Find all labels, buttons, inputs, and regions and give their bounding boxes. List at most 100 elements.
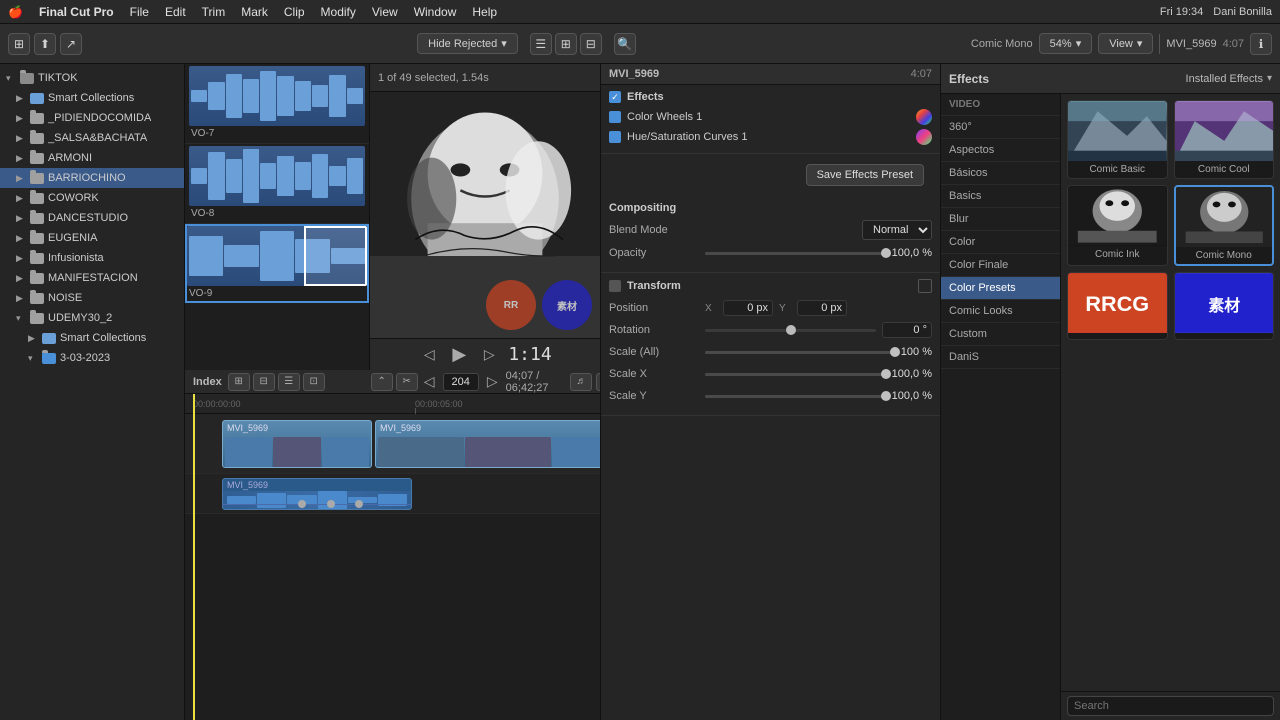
effect-card-comic-mono[interactable]: Comic Mono [1174,185,1275,266]
index-btn-4[interactable]: ⊡ [303,373,325,391]
index-btn-2[interactable]: ⊟ [253,373,275,391]
index-btn-3[interactable]: ☰ [278,373,300,391]
rotation-slider[interactable] [705,329,876,332]
transport-prev-frame[interactable]: ◁ [418,344,440,366]
svg-text:RRCG: RRCG [1085,291,1149,316]
sidebar-item-noise[interactable]: ▶ NOISE [0,288,184,308]
app-menu-file[interactable]: File [130,5,149,19]
app-menu-trim[interactable]: Trim [202,5,226,19]
scale-x-slider[interactable] [705,373,886,376]
split-view-btn[interactable]: ⊟ [580,33,602,55]
hide-rejected-btn[interactable]: Hide Rejected ▾ [417,33,518,54]
sidebar-item-smart-collections-1[interactable]: ▶ Smart Collections [0,88,184,108]
track-clip-1[interactable]: MVI_5969 [222,420,372,468]
effect-cat-video[interactable]: VIDEO [941,94,1060,116]
transport-play-pause[interactable]: ▶ [448,344,470,366]
effect-checkbox-cw[interactable] [609,111,621,123]
effect-cat-colorpresets[interactable]: Color Presets [941,277,1060,300]
clip-item-vo9[interactable]: VO-9 [185,224,369,303]
zoom-btn[interactable]: 54% ▾ [1039,33,1093,54]
effect-card-rrcg[interactable]: RRCG [1067,272,1168,340]
app-menu-finalcut[interactable]: Final Cut Pro [39,5,114,19]
index-tool-btn[interactable]: ✂ [396,373,418,391]
index-select-btn[interactable]: ⌃ [371,373,393,391]
transform-checkbox[interactable] [609,280,621,292]
apple-menu[interactable]: 🍎 [8,5,23,19]
effect-cat-comiclooks[interactable]: Comic Looks [941,300,1060,323]
sidebar-item-armoni[interactable]: ▶ ARMONI [0,148,184,168]
index-btn-1[interactable]: ⊞ [228,373,250,391]
effect-cat-danis[interactable]: DaniS [941,346,1060,369]
scale-y-slider[interactable] [705,395,886,398]
udemy-arrow: ▾ [16,313,26,324]
sidebar-item-udemy[interactable]: ▾ UDEMY30_2 [0,308,184,328]
transform-reset-icon[interactable] [918,279,932,293]
sidebar-item-eugenia[interactable]: ▶ EUGENIA [0,228,184,248]
effect-cat-blur[interactable]: Blur [941,208,1060,231]
media-import-btn[interactable]: ⬆ [34,33,56,55]
effect-card-comic-cool[interactable]: Comic Cool [1174,100,1275,179]
tl-audio-btn[interactable]: ♬ [570,373,592,391]
effect-cat-basics[interactable]: Basics [941,185,1060,208]
scale-x-thumb[interactable] [881,369,891,379]
app-menu-window[interactable]: Window [414,5,457,19]
app-menu-clip[interactable]: Clip [284,5,305,19]
effects-search-input[interactable] [1067,696,1274,716]
effect-cat-aspectos[interactable]: Aspectos [941,139,1060,162]
track-clip-2[interactable]: MVI_5969 [375,420,600,468]
sidebar-item-tiktok[interactable]: ▾ TIKTOK [0,68,184,88]
sidebar-item-salsa[interactable]: ▶ _SALSA&BACHATA [0,128,184,148]
sidebar-item-infusionista[interactable]: ▶ Infusionista [0,248,184,268]
effect-cat-basicos[interactable]: Básicos [941,162,1060,185]
list-view-btn[interactable]: ☰ [530,33,552,55]
share-btn[interactable]: ↗ [60,33,82,55]
scale-y-thumb[interactable] [881,391,891,401]
tiktok-arrow: ▾ [6,73,16,84]
app-menu-modify[interactable]: Modify [321,5,356,19]
effect-card-comic-ink[interactable]: Comic Ink [1067,185,1168,266]
effect-cat-color[interactable]: Color [941,231,1060,254]
nav-prev[interactable]: ◁ [424,373,435,390]
sidebar-item-barriochino[interactable]: ▶ BARRIOCHINO [0,168,184,188]
app-menu-help[interactable]: Help [472,5,497,19]
library-btn[interactable]: ⊞ [8,33,30,55]
sidebar-item-cowork[interactable]: ▶ COWORK [0,188,184,208]
clip-frames-2 [376,435,600,468]
position-y-input[interactable] [797,300,847,316]
timeline-nav: ◁ 204 ▷ 04;07 / 06;42;27 [424,370,549,394]
effect-cat-360[interactable]: 360° [941,116,1060,139]
effect-card-comic-basic[interactable]: Comic Basic [1067,100,1168,179]
scale-all-thumb[interactable] [890,347,900,357]
inf-label: Infusionista [48,252,104,264]
opacity-thumb[interactable] [881,248,891,258]
scale-all-slider[interactable] [705,351,895,354]
save-effects-preset-button[interactable]: Save Effects Preset [806,164,924,186]
sidebar-item-pidiendocomida[interactable]: ▶ _PIDIENDOCOMIDA [0,108,184,128]
sidebar-item-manifestacion[interactable]: ▶ MANIFESTACION [0,268,184,288]
effect-cat-custom[interactable]: Custom [941,323,1060,346]
grid-view-btn[interactable]: ⊞ [555,33,577,55]
rotation-value-input[interactable] [882,322,932,338]
app-menu-view[interactable]: View [372,5,398,19]
effect-checkbox-hs[interactable] [609,131,621,143]
sidebar-item-dancestudio[interactable]: ▶ DANCESTUDIO [0,208,184,228]
clip-item-vo8[interactable]: VO-8 [185,144,369,224]
sidebar-item-smart-collections-2[interactable]: ▶ Smart Collections [0,328,184,348]
effect-cat-colorfinale[interactable]: Color Finale [941,254,1060,277]
app-menu-edit[interactable]: Edit [165,5,186,19]
view-btn[interactable]: View ▾ [1098,33,1153,54]
effects-toggle[interactable]: ✓ [609,91,621,103]
opacity-slider[interactable] [705,252,886,255]
sidebar-item-3032023[interactable]: ▾ 3-03-2023 [0,348,184,368]
app-menu-mark[interactable]: Mark [241,5,268,19]
effect-card-blue[interactable]: 素材 [1174,272,1275,340]
search-btn[interactable]: 🔍 [614,33,636,55]
position-x-input[interactable] [723,300,773,316]
inspector-btn[interactable]: ℹ [1250,33,1272,55]
clip-item-vo7[interactable]: VO-7 [185,64,369,144]
nav-next[interactable]: ▷ [487,373,498,390]
transport-next-frame[interactable]: ▷ [478,344,500,366]
rotation-thumb[interactable] [786,325,796,335]
blend-mode-select[interactable]: Normal [862,220,932,240]
man-icon [30,273,44,284]
